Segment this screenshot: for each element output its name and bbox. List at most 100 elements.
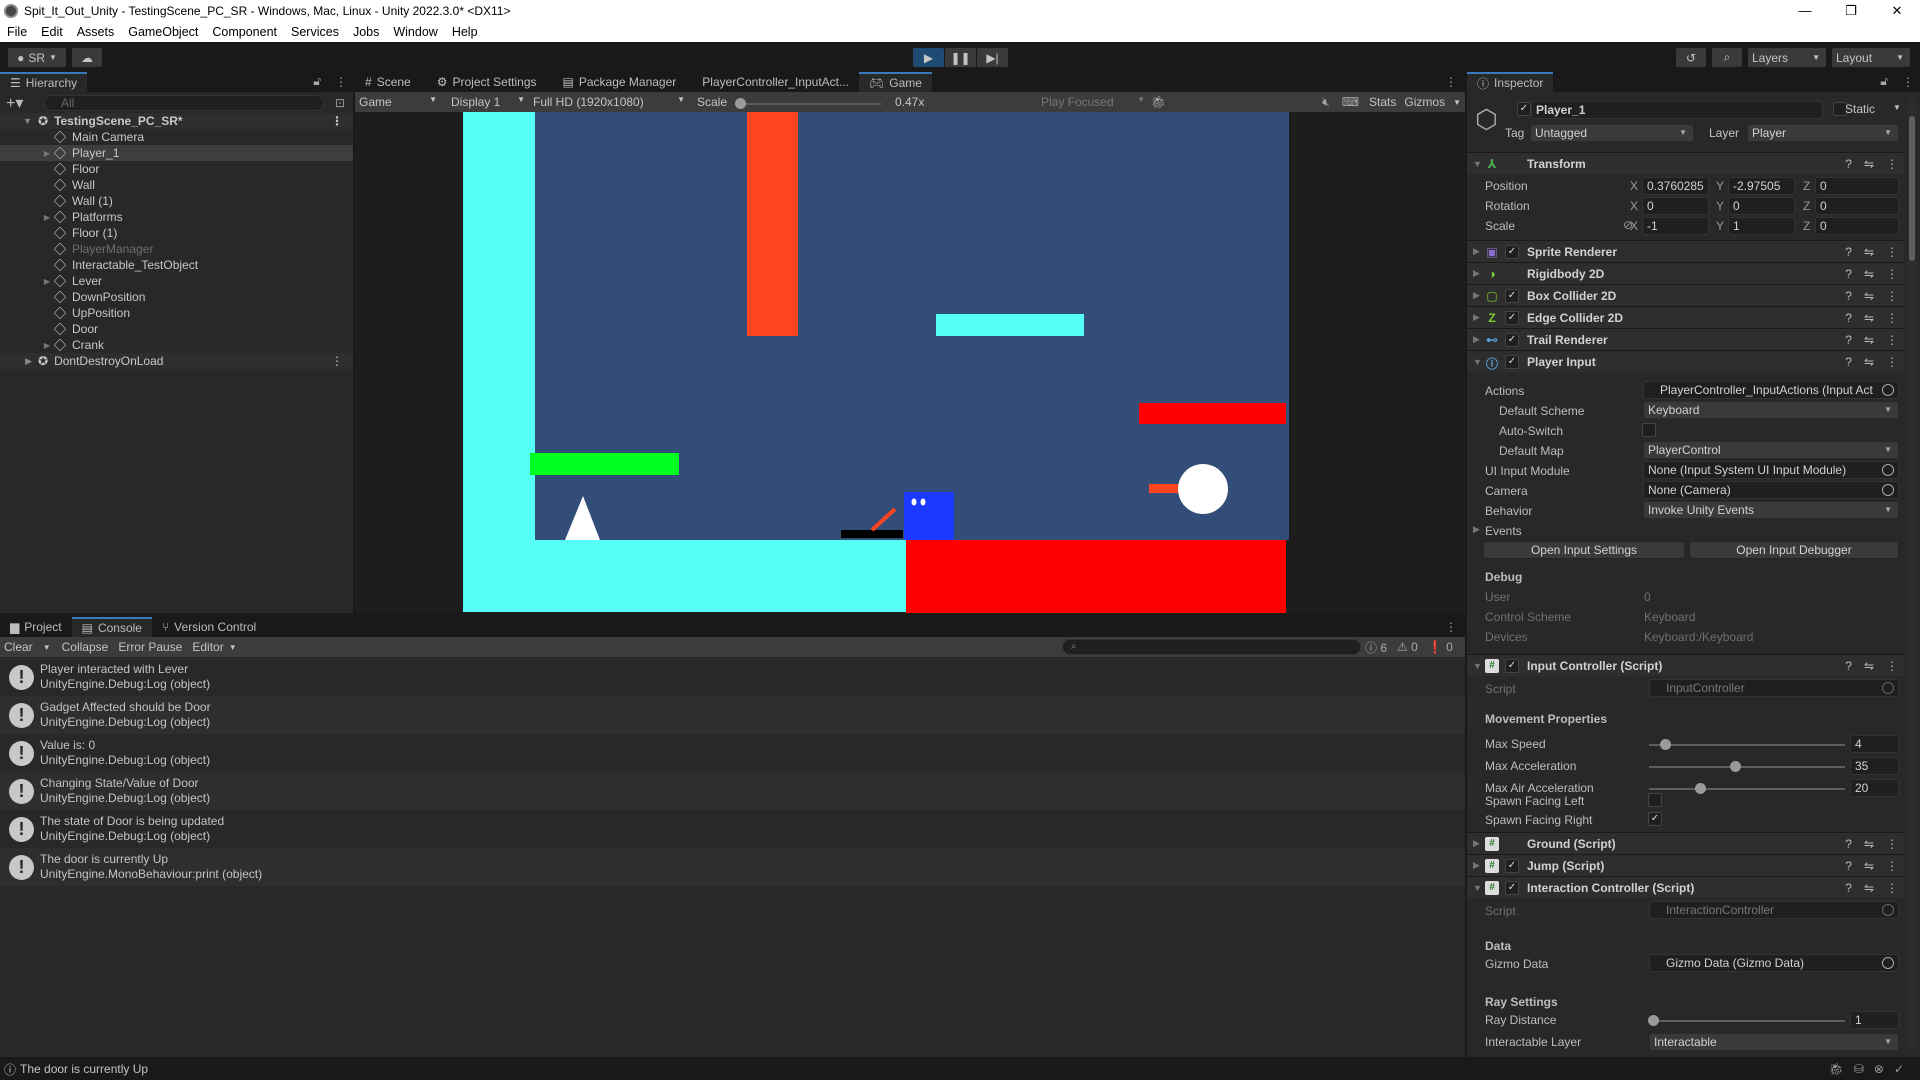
component-header[interactable]: ▶ ▢ ✓ Box Collider 2D? ⇋ ⋮ xyxy=(1467,284,1904,306)
rotation-y-field[interactable]: 0 xyxy=(1728,197,1795,215)
more-icon[interactable]: ⋮ xyxy=(1437,75,1465,92)
stats-button[interactable]: Stats xyxy=(1365,95,1400,109)
expand-arrow-icon[interactable]: ▶ xyxy=(1467,860,1483,871)
expand-arrow-icon[interactable]: ▶ xyxy=(1467,246,1483,257)
enabled-checkbox[interactable]: ✓ xyxy=(1505,288,1519,303)
position-x-field[interactable]: 0.3760285 xyxy=(1642,177,1709,195)
scrollbar-thumb[interactable] xyxy=(1909,116,1915,261)
hierarchy-item[interactable]: ▶ Player_1 xyxy=(0,145,353,161)
presets-icon[interactable]: ⇋ xyxy=(1864,267,1874,281)
tab-console[interactable]: ▤ Console xyxy=(71,617,152,637)
more-icon[interactable]: ⋮ xyxy=(331,114,343,128)
cloud-button[interactable]: ☁ xyxy=(72,48,102,67)
display-dropdown[interactable]: Display 1 ▼ xyxy=(443,95,529,109)
expand-arrow-icon[interactable]: ▶ xyxy=(1467,290,1483,301)
y-axis-label[interactable]: Y xyxy=(1716,179,1724,193)
more-icon[interactable]: ⋮ xyxy=(331,354,343,368)
interaction-controller-header[interactable]: ▼ # ✓ Interaction Controller (Script)? ⇋ ⋮ xyxy=(1467,876,1904,898)
layer-dropdown[interactable]: Player xyxy=(1747,124,1899,142)
menu-edit[interactable]: Edit xyxy=(34,25,70,39)
error-pause-button[interactable]: Error Pause xyxy=(113,640,187,654)
slider-knob[interactable] xyxy=(1730,761,1742,772)
x-axis-label[interactable]: X xyxy=(1630,199,1638,213)
tab-inspector[interactable]: ⓘ Inspector xyxy=(1467,72,1554,92)
log-count-toggle[interactable]: ⓘ 6 xyxy=(1365,639,1387,656)
max-acceleration-slider[interactable] xyxy=(1649,761,1845,772)
keyboard-icon[interactable]: ⌨ xyxy=(1336,95,1365,109)
more-icon[interactable]: ⋮ xyxy=(1886,355,1898,369)
position-z-field[interactable]: 0 xyxy=(1815,177,1899,195)
warning-count-toggle[interactable]: ⚠ 0 xyxy=(1397,640,1418,654)
help-icon[interactable]: ? xyxy=(1845,859,1852,873)
spawn-left-checkbox[interactable] xyxy=(1648,793,1662,807)
x-axis-label[interactable]: X xyxy=(1630,219,1638,233)
menu-component[interactable]: Component xyxy=(205,25,284,39)
z-axis-label[interactable]: Z xyxy=(1803,179,1810,193)
game-view[interactable] xyxy=(355,112,1465,613)
position-y-field[interactable]: -2.97505 xyxy=(1728,177,1795,195)
search-by-type-icon[interactable]: ⊡ xyxy=(335,96,345,110)
slider-knob[interactable] xyxy=(1694,783,1706,794)
active-checkbox[interactable]: ✓ xyxy=(1517,102,1531,116)
tab-package-manager[interactable]: ▤ Package Manager xyxy=(553,72,687,92)
maximize-button[interactable]: ❐ xyxy=(1828,0,1874,22)
more-icon[interactable]: ⋮ xyxy=(1886,289,1898,303)
pause-button[interactable]: ❚❚ xyxy=(945,48,976,67)
object-picker-icon[interactable] xyxy=(1882,384,1894,396)
more-icon[interactable]: ⋮ xyxy=(329,75,353,92)
error-count-toggle[interactable]: ❗ 0 xyxy=(1428,640,1453,654)
menu-file[interactable]: File xyxy=(0,25,34,39)
more-icon[interactable]: ⋮ xyxy=(1886,245,1898,259)
open-input-settings-button[interactable]: Open Input Settings xyxy=(1483,541,1685,559)
play-focused-dropdown[interactable]: Play Focused ▼ xyxy=(1041,95,1151,109)
hierarchy-item[interactable]: Interactable_TestObject xyxy=(0,257,353,273)
help-icon[interactable]: ? xyxy=(1845,311,1852,325)
presets-icon[interactable]: ⇋ xyxy=(1864,881,1874,895)
account-button[interactable]: ● SR ▼ xyxy=(8,48,66,67)
enabled-checkbox[interactable]: ✓ xyxy=(1505,310,1519,325)
input-controller-header[interactable]: ▼ # ✓ Input Controller (Script)? ⇋ ⋮ xyxy=(1467,654,1904,676)
console-entry[interactable]: ! Player interacted with Lever UnityEngine… xyxy=(0,658,1465,696)
max-speed-field[interactable]: 4 xyxy=(1850,735,1899,753)
scale-slider-knob[interactable] xyxy=(735,98,746,109)
help-icon[interactable]: ? xyxy=(1845,837,1852,851)
bug-icon[interactable]: 🐞︎ xyxy=(1151,95,1166,109)
hierarchy-item[interactable]: Wall xyxy=(0,177,353,193)
y-axis-label[interactable]: Y xyxy=(1716,199,1724,213)
static-chevron-icon[interactable]: ▼ xyxy=(1893,103,1901,112)
status-message[interactable]: The door is currently Up xyxy=(20,1062,148,1076)
dontdestroy-row[interactable]: ▶ ✪ DontDestroyOnLoad ⋮ xyxy=(0,353,353,369)
presets-icon[interactable]: ⇋ xyxy=(1864,333,1874,347)
actions-field[interactable]: PlayerController_InputActions (Input Act xyxy=(1643,381,1899,399)
tab-game[interactable]: 🎮︎ Game xyxy=(859,72,932,92)
layout-dropdown[interactable]: Layout ▼ xyxy=(1832,48,1910,67)
menu-gameobject[interactable]: GameObject xyxy=(121,25,205,39)
ui-module-field[interactable]: None (Input System UI Input Module) xyxy=(1643,461,1899,479)
tab-project[interactable]: ▆ Project xyxy=(0,617,72,637)
expand-arrow-icon[interactable]: ▶ xyxy=(1467,838,1483,849)
tab-project-settings[interactable]: ⚙ Project Settings xyxy=(427,72,547,92)
hierarchy-item[interactable]: PlayerManager xyxy=(0,241,353,257)
help-icon[interactable]: ? xyxy=(1845,333,1852,347)
scene-row[interactable]: ▼ ✪ TestingScene_PC_SR* ⋮ xyxy=(0,113,353,129)
menu-window[interactable]: Window xyxy=(386,25,444,39)
more-icon[interactable]: ⋮ xyxy=(1437,620,1465,637)
collapse-arrow-icon[interactable]: ▼ xyxy=(1467,883,1483,893)
scale-slider[interactable] xyxy=(735,98,881,109)
hierarchy-item[interactable]: ▶ Crank xyxy=(0,337,353,353)
x-axis-label[interactable]: X xyxy=(1630,179,1638,193)
presets-icon[interactable]: ⇋ xyxy=(1864,355,1874,369)
layers-dropdown[interactable]: Layers ▼ xyxy=(1748,48,1826,67)
hierarchy-item[interactable]: Main Camera xyxy=(0,129,353,145)
lock-icon[interactable]: 🔓︎ xyxy=(305,74,329,92)
more-icon[interactable]: ⋮ xyxy=(1886,267,1898,281)
help-icon[interactable]: ? xyxy=(1845,881,1852,895)
tab-scene[interactable]: # Scene xyxy=(355,72,421,92)
max-speed-slider[interactable] xyxy=(1649,739,1845,750)
editor-dropdown[interactable]: Editor xyxy=(187,640,228,654)
help-icon[interactable]: ? xyxy=(1845,659,1852,673)
chevron-down-icon[interactable]: ▼ xyxy=(1449,98,1465,107)
auto-switch-checkbox[interactable] xyxy=(1642,423,1656,437)
scale-x-field[interactable]: -1 xyxy=(1642,217,1709,235)
tag-dropdown[interactable]: Untagged xyxy=(1530,124,1694,142)
